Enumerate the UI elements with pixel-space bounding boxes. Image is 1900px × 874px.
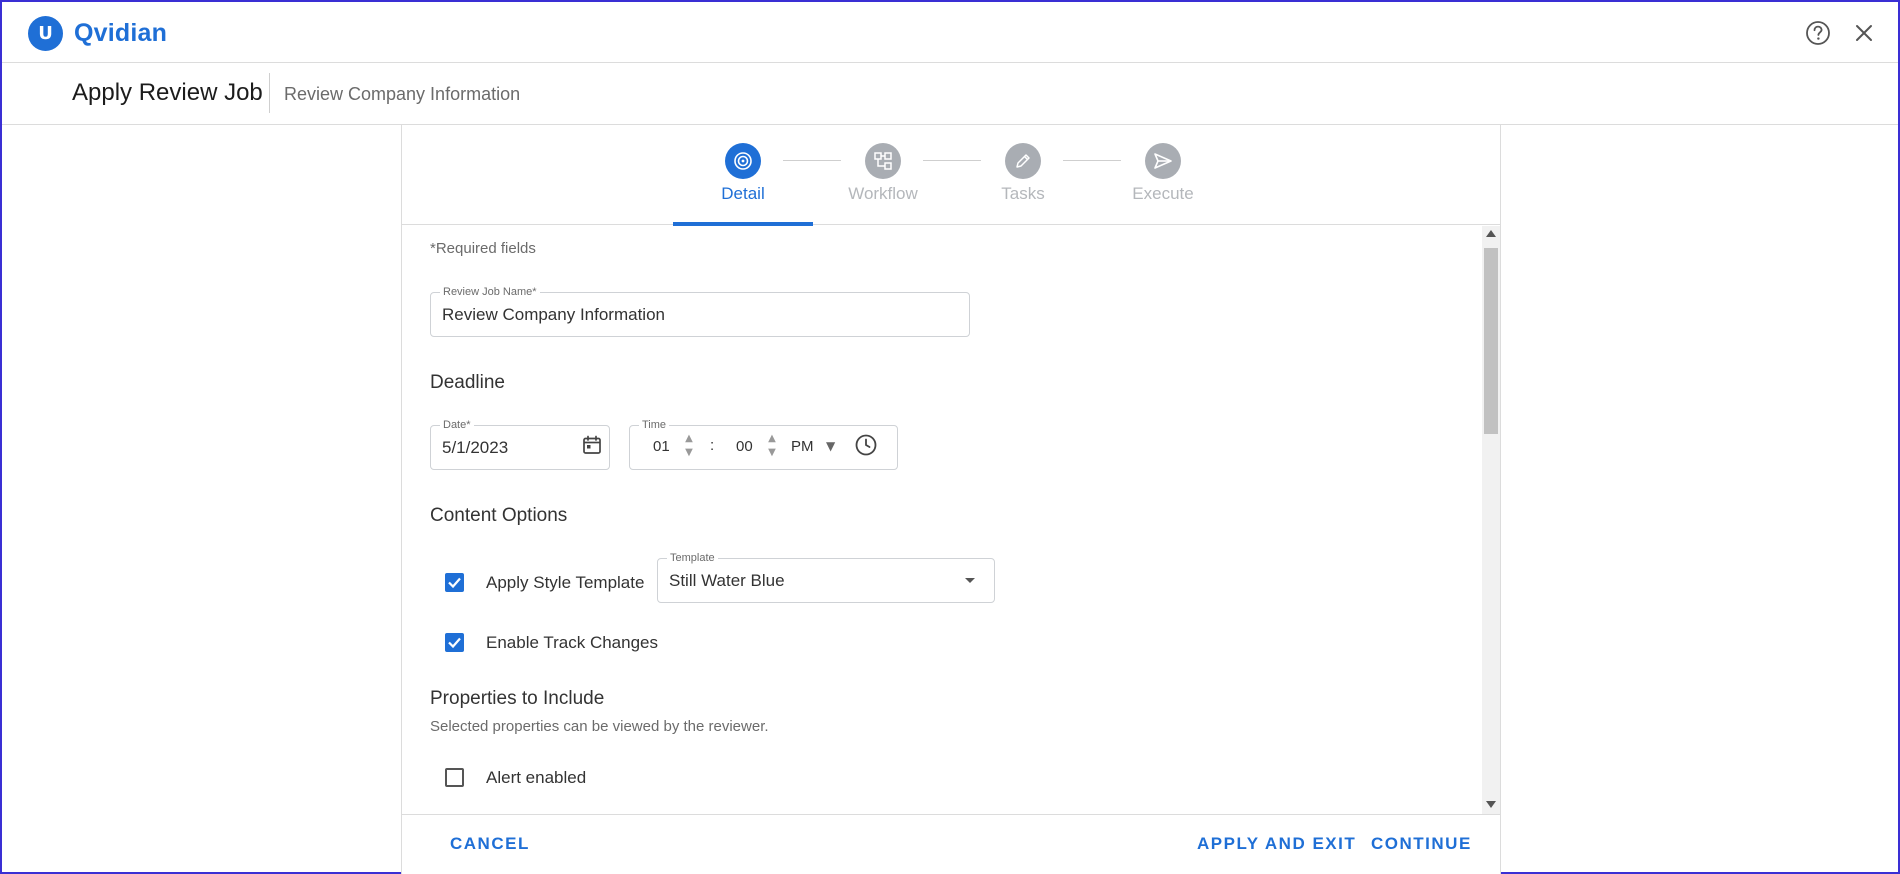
scroll-up-arrow[interactable] <box>1486 230 1496 237</box>
step-label: Tasks <box>1001 184 1045 203</box>
apply-and-exit-button[interactable]: APPLY AND EXIT <box>1197 834 1356 854</box>
enable-track-changes-label: Enable Track Changes <box>486 633 658 652</box>
clock-icon[interactable] <box>854 433 878 457</box>
required-fields-note: *Required fields <box>430 240 536 257</box>
review-job-name-field[interactable]: Review Job Name* Review Company Informat… <box>430 285 970 337</box>
content-options-heading: Content Options <box>430 505 568 526</box>
alert-enabled-checkbox[interactable] <box>445 768 464 787</box>
alert-enabled-label: Alert enabled <box>486 768 587 787</box>
step-execute[interactable]: Execute <box>1093 143 1233 225</box>
review-job-name-input[interactable]: Review Company Information <box>442 305 665 325</box>
enable-track-changes-checkbox[interactable] <box>445 633 464 652</box>
properties-note: Selected properties can be viewed by the… <box>430 718 769 735</box>
scroll-down-arrow[interactable] <box>1486 801 1496 808</box>
title-divider <box>269 73 270 113</box>
hour-input[interactable]: 01 <box>653 438 670 455</box>
apply-style-template-checkbox[interactable] <box>445 573 464 592</box>
field-label: Date* <box>440 418 474 432</box>
brand-badge: U <box>28 16 63 51</box>
date-field[interactable]: Date* 5/1/2023 <box>430 418 610 470</box>
page-title: Apply Review Job <box>72 79 263 106</box>
step-label: Execute <box>1132 184 1194 203</box>
ampm-dropdown-arrow[interactable]: ▼ <box>826 439 835 453</box>
calendar-icon[interactable] <box>581 434 603 456</box>
hour-increment-button[interactable]: ▲ <box>684 433 694 444</box>
ampm-select[interactable]: PM <box>791 438 814 455</box>
field-label: Review Job Name* <box>440 285 540 299</box>
date-input[interactable]: 5/1/2023 <box>442 438 508 458</box>
time-field[interactable]: Time 01 ▲ ▼ : 00 ▲ ▼ PM ▼ <box>629 418 898 470</box>
brand-logo: U Qvidian <box>28 16 167 51</box>
step-detail[interactable]: Detail <box>673 143 813 226</box>
close-icon[interactable] <box>1852 21 1876 45</box>
top-bar: U Qvidian <box>2 2 1898 63</box>
field-label: Time <box>639 418 670 432</box>
field-label: Template <box>667 551 718 565</box>
wizard-panel: Detail Workflow Tasks Execute *Required … <box>401 125 1501 874</box>
scroll-thumb[interactable] <box>1484 248 1498 434</box>
deadline-heading: Deadline <box>430 372 505 393</box>
hour-decrement-button[interactable]: ▼ <box>684 447 694 458</box>
form-scroll-area: *Required fields Review Job Name* Review… <box>402 226 1482 814</box>
brand-name: Qvidian <box>74 19 168 47</box>
apply-style-template-label: Apply Style Template <box>486 573 645 592</box>
properties-heading: Properties to Include <box>430 688 605 709</box>
minute-increment-button[interactable]: ▲ <box>767 433 777 444</box>
template-select[interactable]: Template Still Water Blue <box>657 551 995 603</box>
page-subtitle: Review Company Information <box>284 84 521 104</box>
wizard-stepper: Detail Workflow Tasks Execute <box>402 125 1500 226</box>
workflow-icon <box>865 143 901 179</box>
time-separator: : <box>710 437 715 454</box>
step-tasks[interactable]: Tasks <box>953 143 1093 225</box>
cancel-button[interactable]: CANCEL <box>450 834 530 854</box>
target-icon <box>725 143 761 179</box>
send-icon <box>1145 143 1181 179</box>
help-circle-icon[interactable] <box>1805 20 1831 46</box>
template-value: Still Water Blue <box>669 571 785 590</box>
step-workflow[interactable]: Workflow <box>813 143 953 225</box>
title-bar: Apply Review Job Review Company Informat… <box>2 63 1898 125</box>
step-label: Detail <box>721 184 765 203</box>
chevron-down-icon[interactable] <box>965 578 975 583</box>
minute-input[interactable]: 00 <box>736 438 753 455</box>
step-label: Workflow <box>848 184 918 203</box>
pencil-icon <box>1005 143 1041 179</box>
wizard-footer: CANCEL APPLY AND EXIT CONTINUE <box>402 814 1500 874</box>
vertical-scrollbar[interactable] <box>1482 226 1500 814</box>
minute-decrement-button[interactable]: ▼ <box>767 447 777 458</box>
continue-button[interactable]: CONTINUE <box>1371 834 1472 854</box>
